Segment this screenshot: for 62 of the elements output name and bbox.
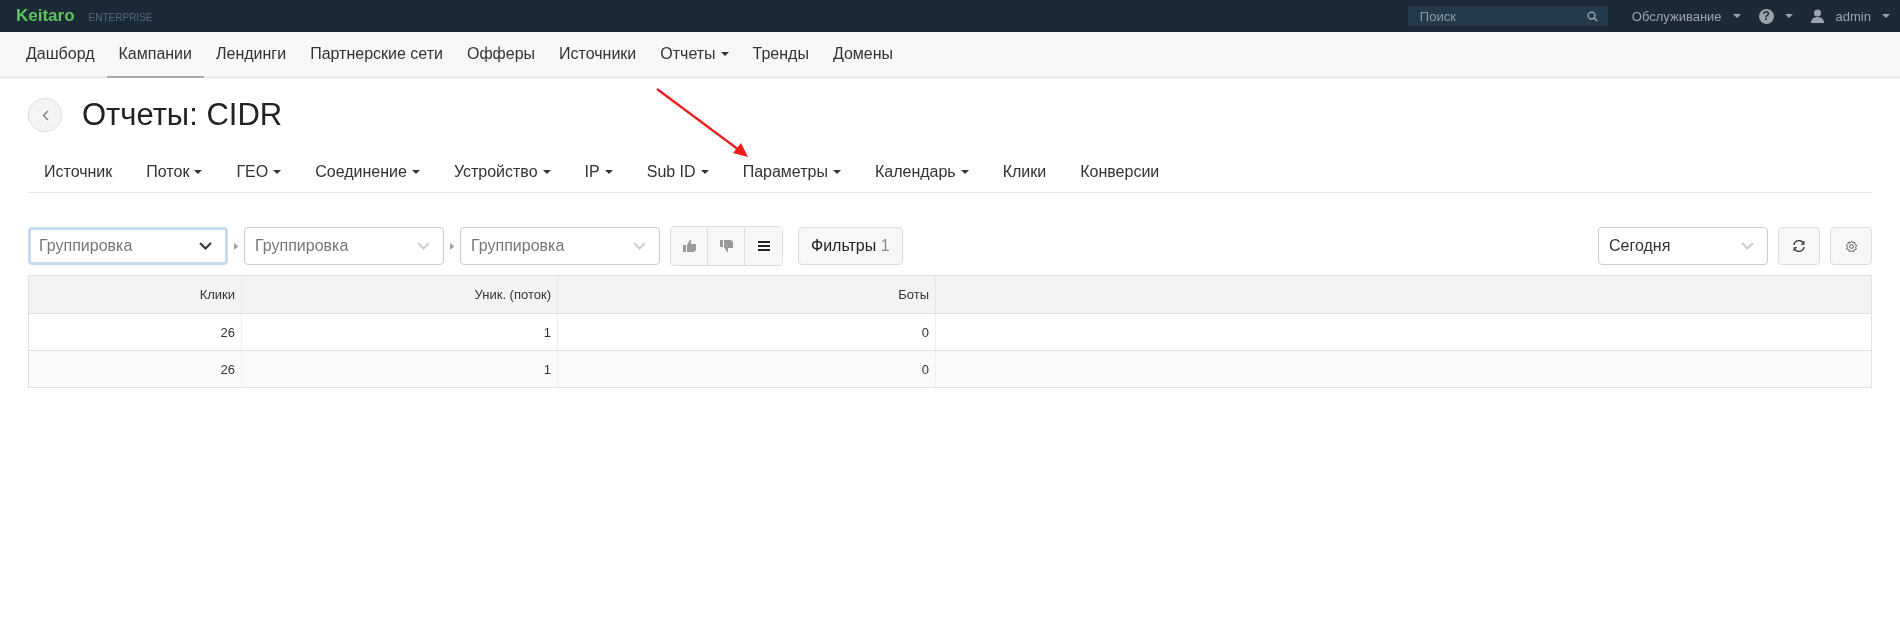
grouping-select[interactable]: Группировка bbox=[460, 227, 660, 265]
chevron-down-icon bbox=[417, 242, 430, 250]
chevron-down-icon bbox=[199, 242, 212, 250]
thumbs-down-icon bbox=[719, 240, 733, 252]
report-tab[interactable]: IP bbox=[584, 152, 613, 192]
chevron-down-icon bbox=[1741, 242, 1754, 250]
nav-tab[interactable]: Отчеты bbox=[648, 32, 741, 78]
view-toggle-button[interactable] bbox=[671, 227, 708, 265]
report-tab[interactable]: Источник bbox=[44, 152, 113, 192]
report-tab[interactable]: Конверсии bbox=[1080, 152, 1160, 192]
list-icon bbox=[757, 241, 770, 251]
table-cell: 1 bbox=[241, 350, 558, 388]
column-header[interactable]: Клики bbox=[28, 275, 242, 314]
settings-button[interactable] bbox=[1830, 227, 1872, 265]
nav-tab[interactable]: Партнерские сети bbox=[298, 32, 455, 78]
edition-label: ENTERPRISE bbox=[88, 12, 153, 23]
nav-tab[interactable]: Источники bbox=[547, 32, 649, 78]
service-menu[interactable]: Обслуживание bbox=[1631, 8, 1741, 24]
page-title: Отчеты: CIDR bbox=[82, 97, 283, 133]
refresh-button[interactable] bbox=[1778, 227, 1820, 265]
user-icon bbox=[1810, 9, 1824, 23]
nav-tab[interactable]: Офферы bbox=[454, 32, 548, 78]
refresh-icon bbox=[1792, 239, 1806, 253]
search-field[interactable]: Поиск bbox=[1407, 6, 1608, 26]
table-cell: 26 bbox=[28, 350, 242, 388]
table-cell: 0 bbox=[557, 313, 936, 351]
report-tab[interactable]: Параметры bbox=[742, 152, 841, 192]
nav-tab[interactable]: Тренды bbox=[740, 32, 821, 78]
view-toggle-button[interactable] bbox=[745, 227, 782, 265]
nav-tab[interactable]: Домены bbox=[820, 32, 906, 78]
nav-tab[interactable]: Дашборд bbox=[14, 32, 107, 78]
nav-tab[interactable]: Кампании bbox=[106, 32, 204, 78]
period-select[interactable]: Сегодня bbox=[1598, 227, 1768, 265]
column-header[interactable]: Уник. (поток) bbox=[241, 275, 558, 314]
triangle-right-icon bbox=[450, 242, 454, 250]
logo[interactable]: Keitaro bbox=[16, 6, 75, 26]
user-menu[interactable]: admin bbox=[1810, 8, 1890, 24]
column-header[interactable]: Боты bbox=[557, 275, 936, 314]
report-tab[interactable]: Устройство bbox=[453, 152, 551, 192]
filters-button[interactable]: Фильтры 1 bbox=[798, 227, 903, 265]
report-tab[interactable]: Соединение bbox=[315, 152, 420, 192]
search-icon bbox=[1586, 11, 1598, 22]
table-cell: 0 bbox=[557, 350, 936, 388]
help-icon: ? bbox=[1758, 8, 1774, 24]
help-menu[interactable]: ? bbox=[1758, 8, 1793, 24]
report-tab[interactable]: Календарь bbox=[874, 152, 969, 192]
grouping-select[interactable]: Группировка bbox=[244, 227, 444, 265]
report-tab[interactable]: ГЕО bbox=[236, 152, 282, 192]
triangle-right-icon bbox=[234, 242, 238, 250]
view-toggle-button[interactable] bbox=[708, 227, 745, 265]
back-button[interactable] bbox=[28, 98, 62, 132]
report-tab[interactable]: Поток bbox=[146, 152, 203, 192]
table-cell: 26 bbox=[28, 313, 242, 351]
table-cell: 1 bbox=[241, 313, 558, 351]
report-tab[interactable]: Клики bbox=[1002, 152, 1047, 192]
report-tab[interactable]: Sub ID bbox=[646, 152, 709, 192]
chevron-left-icon bbox=[41, 109, 49, 121]
grouping-select[interactable]: Группировка bbox=[28, 227, 228, 265]
settings-icon bbox=[1844, 239, 1858, 253]
chevron-down-icon bbox=[633, 242, 646, 250]
thumbs-up-icon bbox=[682, 240, 696, 252]
nav-tab[interactable]: Лендинги bbox=[204, 32, 299, 78]
